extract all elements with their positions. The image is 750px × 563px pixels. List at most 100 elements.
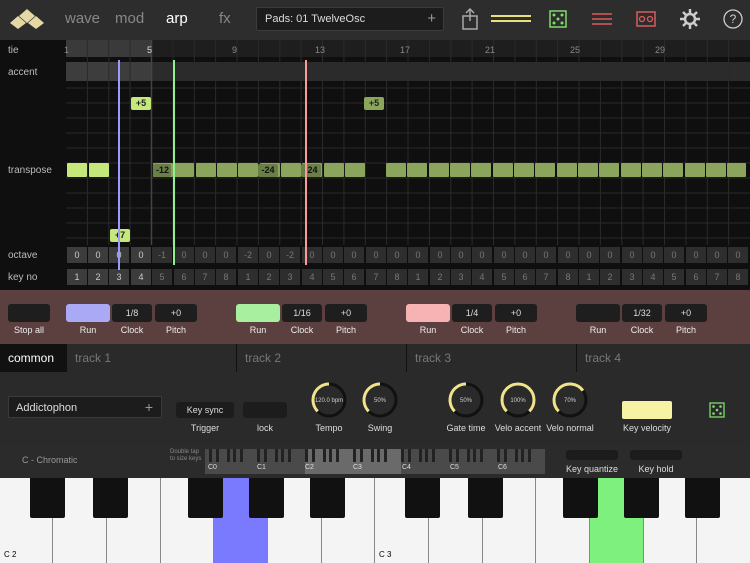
transpose-step[interactable] xyxy=(196,163,216,177)
tab-wave[interactable]: wave xyxy=(65,10,100,27)
transpose-step[interactable] xyxy=(621,163,641,177)
key-cell[interactable]: 2 xyxy=(259,269,279,285)
transpose-step[interactable] xyxy=(174,163,194,177)
preset-add-button[interactable]: + xyxy=(427,10,436,27)
key-cell[interactable]: 8 xyxy=(728,269,748,285)
transpose-step[interactable] xyxy=(514,163,534,177)
black-key[interactable] xyxy=(563,478,598,518)
pattern-add-button[interactable]: + xyxy=(145,399,153,415)
key-cell[interactable]: 5 xyxy=(323,269,343,285)
octave-cell[interactable]: 0 xyxy=(323,247,343,263)
transpose-tag[interactable]: +5 xyxy=(364,97,384,110)
key-cell[interactable]: 3 xyxy=(109,269,129,285)
transpose-step[interactable] xyxy=(450,163,470,177)
lock-button[interactable] xyxy=(243,402,287,418)
preset-selector[interactable]: Pads: 01 TwelveOsc + xyxy=(256,7,444,31)
transpose-step[interactable] xyxy=(471,163,491,177)
black-key[interactable] xyxy=(405,478,440,518)
black-key[interactable] xyxy=(624,478,659,518)
gate-time-knob[interactable]: 50% xyxy=(447,381,485,419)
octave-cell[interactable]: 0 xyxy=(664,247,684,263)
key-cell[interactable]: 5 xyxy=(494,269,514,285)
key-cell[interactable]: 6 xyxy=(515,269,535,285)
run-button-track-3[interactable] xyxy=(406,304,450,322)
scale-selector[interactable]: C - Chromatic xyxy=(22,455,78,465)
transpose-tag[interactable]: -12 xyxy=(153,164,171,177)
octave-cell[interactable]: 0 xyxy=(515,247,535,263)
key-velocity-toggle[interactable] xyxy=(622,401,672,419)
black-key[interactable] xyxy=(188,478,223,518)
key-cell[interactable]: 6 xyxy=(174,269,194,285)
octave-cell[interactable]: 0 xyxy=(430,247,450,263)
octave-cell[interactable]: 0 xyxy=(472,247,492,263)
velo-accent-knob[interactable]: 100% xyxy=(499,381,537,419)
key-cell[interactable]: 5 xyxy=(664,269,684,285)
piano-keyboard[interactable]: C 2 C 3 xyxy=(0,478,750,563)
clock-select-track-3[interactable]: 1/4 xyxy=(452,304,492,322)
transpose-step[interactable] xyxy=(281,163,301,177)
octave-cell[interactable]: 0 xyxy=(131,247,151,263)
transpose-step[interactable] xyxy=(89,163,109,177)
octave-cell[interactable]: 0 xyxy=(366,247,386,263)
key-cell[interactable]: 1 xyxy=(408,269,428,285)
pattern-selector[interactable]: Addictophon + xyxy=(8,396,162,418)
key-cell[interactable]: 8 xyxy=(558,269,578,285)
key-cell[interactable]: 8 xyxy=(387,269,407,285)
share-icon[interactable] xyxy=(461,8,479,30)
transpose-step[interactable] xyxy=(493,163,513,177)
key-hold-toggle[interactable] xyxy=(630,450,682,460)
octave-cell[interactable]: 0 xyxy=(88,247,108,263)
octave-cell[interactable]: 0 xyxy=(558,247,578,263)
transpose-step[interactable] xyxy=(67,163,87,177)
clock-select-track-1[interactable]: 1/8 xyxy=(112,304,152,322)
black-key[interactable] xyxy=(685,478,720,518)
octave-cell[interactable]: 0 xyxy=(195,247,215,263)
randomize-dice-icon[interactable] xyxy=(709,402,725,418)
key-cell[interactable]: 6 xyxy=(686,269,706,285)
key-cell[interactable]: 3 xyxy=(280,269,300,285)
transpose-step[interactable] xyxy=(663,163,683,177)
pitch-select-track-2[interactable]: +0 xyxy=(325,304,367,322)
key-sync-button[interactable]: Key sync xyxy=(176,402,234,418)
transpose-step[interactable] xyxy=(324,163,344,177)
transpose-step[interactable] xyxy=(578,163,598,177)
key-cell[interactable]: 7 xyxy=(366,269,386,285)
key-cell[interactable]: 4 xyxy=(643,269,663,285)
run-button-track-1[interactable] xyxy=(66,304,110,322)
key-cell[interactable]: 1 xyxy=(238,269,258,285)
octave-cell[interactable]: 0 xyxy=(494,247,514,263)
line-view-icon[interactable] xyxy=(490,12,532,26)
octave-cell[interactable]: 0 xyxy=(67,247,87,263)
tab-common[interactable]: common xyxy=(0,344,66,372)
help-icon[interactable]: ? xyxy=(723,9,743,29)
octave-cell[interactable]: 0 xyxy=(622,247,642,263)
black-key[interactable] xyxy=(310,478,345,518)
list-view-icon[interactable] xyxy=(591,12,613,26)
swing-knob[interactable]: 50% xyxy=(361,381,399,419)
transpose-step[interactable] xyxy=(685,163,705,177)
key-cell[interactable]: 7 xyxy=(195,269,215,285)
pitch-select-track-3[interactable]: +0 xyxy=(495,304,537,322)
octave-cell[interactable]: -1 xyxy=(152,247,172,263)
pitch-select-track-1[interactable]: +0 xyxy=(155,304,197,322)
octave-cell[interactable]: 0 xyxy=(686,247,706,263)
octave-cell[interactable]: 0 xyxy=(259,247,279,263)
octave-cell[interactable]: 0 xyxy=(579,247,599,263)
key-cell[interactable]: 2 xyxy=(430,269,450,285)
transpose-step[interactable] xyxy=(727,163,746,177)
pitch-select-track-4[interactable]: +0 xyxy=(665,304,707,322)
octave-cell[interactable]: 0 xyxy=(216,247,236,263)
transpose-step[interactable] xyxy=(238,163,258,177)
clock-select-track-2[interactable]: 1/16 xyxy=(282,304,322,322)
key-cell[interactable]: 7 xyxy=(707,269,727,285)
velo-normal-knob[interactable]: 70% xyxy=(551,381,589,419)
transpose-tag[interactable]: +5 xyxy=(131,97,151,110)
tab-mod[interactable]: mod xyxy=(115,10,144,27)
octave-cell[interactable]: 0 xyxy=(728,247,748,263)
transpose-step[interactable] xyxy=(642,163,662,177)
transpose-step[interactable] xyxy=(407,163,427,177)
transpose-tag[interactable]: -24 xyxy=(258,164,278,177)
transpose-step[interactable] xyxy=(217,163,237,177)
record-icon[interactable] xyxy=(636,10,656,28)
tempo-knob[interactable]: 120.0 bpm xyxy=(310,381,348,419)
